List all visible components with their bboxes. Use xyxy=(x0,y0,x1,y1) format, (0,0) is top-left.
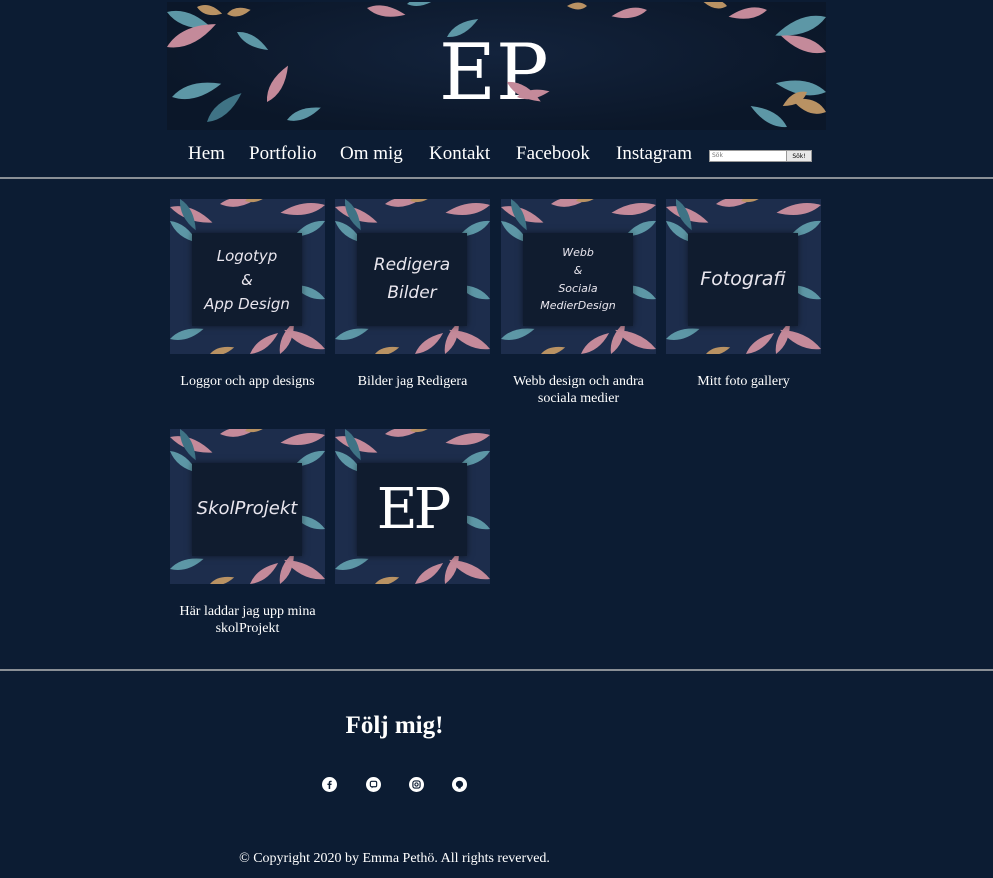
facebook-icon[interactable] xyxy=(322,777,337,792)
nav-item-instagram[interactable]: Instagram xyxy=(616,143,692,165)
instagram-icon[interactable] xyxy=(409,777,424,792)
tile-image[interactable]: Redigera Bilder xyxy=(335,199,490,354)
tile-image[interactable]: EP xyxy=(335,429,490,584)
nav-item-facebook[interactable]: Facebook xyxy=(516,143,590,165)
tile-webb[interactable]: Webb & Sociala MedierDesign Webb design … xyxy=(501,199,656,407)
tile-caption: Loggor och app designs xyxy=(180,374,315,389)
search-button[interactable]: Sök! xyxy=(786,150,812,162)
logo-text: EP xyxy=(439,28,548,118)
tile-caption: Här laddar jag upp mina skolProjekt xyxy=(179,604,316,636)
tile-image[interactable]: Fotografi xyxy=(666,199,821,354)
tile-fotografi[interactable]: Fotografi Mitt foto gallery xyxy=(666,199,821,390)
nav-item-om-mig[interactable]: Om mig xyxy=(340,143,403,165)
tile-redigera[interactable]: Redigera Bilder Bilder jag Redigera xyxy=(335,199,490,390)
nav-item-kontakt[interactable]: Kontakt xyxy=(429,143,490,165)
github-icon[interactable] xyxy=(452,777,467,792)
nav-item-portfolio[interactable]: Portfolio xyxy=(249,143,317,165)
copyright-text: © Copyright 2020 by Emma Pethö. All righ… xyxy=(239,851,550,866)
follow-heading: Följ mig! xyxy=(345,712,444,739)
tile-image-text: Redigera Bilder xyxy=(373,255,451,303)
tile-caption: Mitt foto gallery xyxy=(697,374,790,389)
tile-skolprojekt[interactable]: SkolProjekt Här laddar jag upp mina skol… xyxy=(170,429,325,637)
tile-image[interactable]: Webb & Sociala MedierDesign xyxy=(501,199,656,354)
chat-icon[interactable] xyxy=(366,777,381,792)
search-input[interactable] xyxy=(709,150,789,162)
footer-divider xyxy=(0,669,993,671)
tile-logotyp[interactable]: Logotyp & App Design Loggor och app desi… xyxy=(170,199,325,390)
tile-image-text: Webb & Sociala MedierDesign xyxy=(540,246,616,313)
header-divider xyxy=(0,177,993,179)
tile-ep-logo[interactable]: EP xyxy=(335,429,490,584)
tile-logo-text: EP xyxy=(376,477,452,542)
tile-image-text: Logotyp & App Design xyxy=(204,246,290,313)
floral-banner-image: EP xyxy=(167,2,826,130)
nav-item-hem[interactable]: Hem xyxy=(188,143,225,165)
tile-caption: Webb design och andra sociala medier xyxy=(513,374,644,406)
tile-image-text: SkolProjekt xyxy=(196,498,298,520)
tile-image[interactable]: Logotyp & App Design xyxy=(170,199,325,354)
tile-caption: Bilder jag Redigera xyxy=(357,374,468,389)
header-banner: EP xyxy=(167,2,826,130)
main-nav: Hem Portfolio Om mig Kontakt Facebook In… xyxy=(0,143,993,169)
tile-image-text: Fotografi xyxy=(700,268,786,291)
tile-image[interactable]: SkolProjekt xyxy=(170,429,325,584)
